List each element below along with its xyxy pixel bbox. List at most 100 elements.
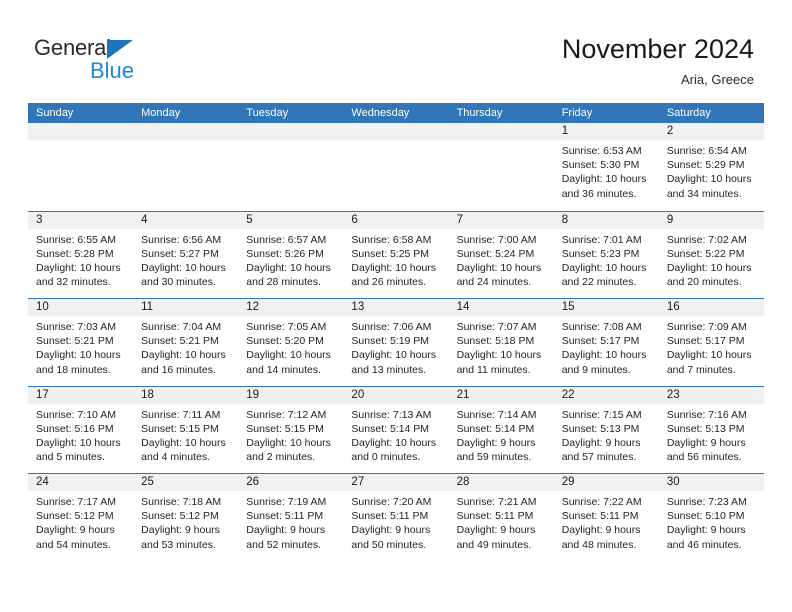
day-cell-5[interactable]: 5 Sunrise: 6:57 AM Sunset: 5:26 PM Daylight… — [238, 211, 344, 299]
day-cell-11[interactable]: 11 Sunrise: 7:04 AM Sunset: 5:21 PM Dayligh… — [133, 299, 239, 386]
day-cell-2[interactable]: 2 Sunrise: 6:54 AM Sunset: 5:29 PM Daylight… — [658, 123, 764, 211]
day-cell-20[interactable]: 20 Sunrise: 7:13 AM Sunset: 5:14 PM Dayligh… — [343, 386, 449, 474]
logo-text-general: General — [34, 35, 111, 60]
day-cell-12[interactable]: 12 Sunrise: 7:05 AM Sunset: 5:20 PM Dayligh… — [238, 299, 344, 386]
day-number: 11 — [133, 299, 239, 316]
sunrise-text: Sunrise: 7:13 AM — [351, 408, 432, 421]
daylight-text-line1: Daylight: 10 hours — [561, 261, 647, 274]
day-cell-1[interactable]: 1 Sunrise: 6:53 AM Sunset: 5:30 PM Daylight… — [553, 123, 659, 211]
sunset-text: Sunset: 5:11 PM — [456, 510, 534, 523]
day-cell-24[interactable]: 24 Sunrise: 7:17 AM Sunset: 5:12 PM Dayligh… — [28, 474, 134, 561]
day-sun-details: Sunrise: 7:19 AM Sunset: 5:11 PM Daylight:… — [238, 491, 343, 552]
calendar-week-row: 3 Sunrise: 6:55 AM Sunset: 5:28 PM Daylight… — [28, 210, 764, 299]
daylight-text-line2: and 18 minutes. — [36, 363, 111, 376]
day-cell-18[interactable]: 18 Sunrise: 7:11 AM Sunset: 5:15 PM Dayligh… — [133, 386, 239, 474]
day-cell-16[interactable]: 16 Sunrise: 7:09 AM Sunset: 5:17 PM Dayligh… — [658, 299, 764, 386]
daylight-text-line1: Daylight: 10 hours — [456, 261, 542, 274]
day-sun-details: Sunrise: 7:11 AM Sunset: 5:15 PM Daylight:… — [133, 404, 238, 465]
day-cell-7[interactable]: 7 Sunrise: 7:00 AM Sunset: 5:24 PM Daylight… — [448, 211, 554, 299]
day-cell-empty — [448, 123, 554, 211]
sunset-text: Sunset: 5:17 PM — [666, 335, 745, 348]
day-sun-details: Sunrise: 7:13 AM Sunset: 5:14 PM Daylight:… — [343, 404, 448, 465]
sunset-text: Sunset: 5:17 PM — [561, 335, 640, 348]
page-subtitle-location: Aria, Greece — [681, 72, 754, 87]
daylight-text-line2: and 34 minutes. — [666, 187, 742, 200]
day-cell-15[interactable]: 15 Sunrise: 7:08 AM Sunset: 5:17 PM Dayligh… — [553, 299, 659, 386]
day-cell-10[interactable]: 10 Sunrise: 7:03 AM Sunset: 5:21 PM Dayligh… — [28, 299, 134, 386]
day-cell-8[interactable]: 8 Sunrise: 7:01 AM Sunset: 5:23 PM Daylight… — [553, 211, 659, 299]
sunset-text: Sunset: 5:14 PM — [456, 422, 535, 435]
sunrise-text: Sunrise: 6:58 AM — [351, 233, 432, 246]
sunset-text: Sunset: 5:21 PM — [141, 335, 219, 348]
daylight-text-line1: Daylight: 10 hours — [141, 261, 226, 274]
sunrise-text: Sunrise: 7:00 AM — [456, 233, 537, 246]
day-number: 8 — [553, 211, 659, 229]
sunset-text: Sunset: 5:21 PM — [36, 335, 114, 348]
day-cell-27[interactable]: 27 Sunrise: 7:20 AM Sunset: 5:11 PM Dayligh… — [343, 474, 449, 561]
day-cell-13[interactable]: 13 Sunrise: 7:06 AM Sunset: 5:19 PM Dayligh… — [343, 299, 449, 386]
calendar-week-row: 24 Sunrise: 7:17 AM Sunset: 5:12 PM Dayligh… — [28, 473, 764, 561]
daylight-text-line2: and 30 minutes. — [141, 276, 216, 289]
day-number: 13 — [343, 299, 449, 316]
day-number: 29 — [553, 474, 659, 491]
sunset-text: Sunset: 5:26 PM — [246, 247, 324, 260]
weekday-header-row: Sunday Monday Tuesday Wednesday Thursday Frid… — [28, 103, 764, 123]
day-cell-14[interactable]: 14 Sunrise: 7:07 AM Sunset: 5:18 PM Dayligh… — [448, 299, 554, 386]
sunset-text: Sunset: 5:14 PM — [351, 422, 430, 435]
day-number: 26 — [238, 474, 344, 491]
sunrise-text: Sunrise: 7:08 AM — [561, 321, 642, 333]
day-cell-3[interactable]: 3 Sunrise: 6:55 AM Sunset: 5:28 PM Daylight… — [28, 211, 134, 299]
daylight-text-line2: and 48 minutes. — [561, 538, 637, 551]
sunrise-text: Sunrise: 7:21 AM — [456, 496, 537, 508]
daylight-text-line2: and 46 minutes. — [666, 538, 742, 551]
daylight-text-line2: and 11 minutes. — [456, 363, 531, 376]
day-cell-30[interactable]: 30 Sunrise: 7:23 AM Sunset: 5:10 PM Dayligh… — [658, 474, 764, 561]
calendar-week-row: 17 Sunrise: 7:10 AM Sunset: 5:16 PM Dayligh… — [28, 385, 764, 474]
daylight-text-line2: and 14 minutes. — [246, 363, 321, 376]
sunrise-text: Sunrise: 7:09 AM — [666, 321, 747, 333]
daylight-text-line1: Daylight: 10 hours — [351, 349, 437, 362]
day-number: 9 — [658, 211, 764, 229]
sunset-text: Sunset: 5:10 PM — [666, 510, 745, 523]
day-sun-details: Sunrise: 7:06 AM Sunset: 5:19 PM Daylight:… — [343, 316, 448, 377]
day-cell-28[interactable]: 28 Sunrise: 7:21 AM Sunset: 5:11 PM Dayligh… — [448, 474, 554, 561]
day-number: 30 — [658, 474, 764, 491]
sunrise-text: Sunrise: 7:07 AM — [456, 321, 537, 333]
day-cell-6[interactable]: 6 Sunrise: 6:58 AM Sunset: 5:25 PM Daylight… — [343, 211, 449, 299]
generalblue-logo[interactable]: General Blue — [34, 36, 164, 84]
day-cell-19[interactable]: 19 Sunrise: 7:12 AM Sunset: 5:15 PM Dayligh… — [238, 386, 344, 474]
day-cell-29[interactable]: 29 Sunrise: 7:22 AM Sunset: 5:11 PM Dayligh… — [553, 474, 659, 561]
day-sun-details: Sunrise: 7:22 AM Sunset: 5:11 PM Daylight:… — [554, 491, 659, 552]
daylight-text-line1: Daylight: 9 hours — [351, 524, 431, 537]
day-cell-empty — [343, 123, 449, 211]
day-number: 1 — [553, 123, 659, 140]
weekday-header-sunday: Sunday — [36, 107, 74, 119]
day-sun-details: Sunrise: 7:03 AM Sunset: 5:21 PM Daylight:… — [28, 316, 133, 377]
day-number: 20 — [343, 386, 449, 404]
day-cell-23[interactable]: 23 Sunrise: 7:16 AM Sunset: 5:13 PM Dayligh… — [658, 386, 764, 474]
daylight-text-line1: Daylight: 10 hours — [456, 349, 542, 362]
sunset-text: Sunset: 5:12 PM — [36, 510, 114, 523]
sunset-text: Sunset: 5:15 PM — [141, 422, 219, 435]
day-cell-9[interactable]: 9 Sunrise: 7:02 AM Sunset: 5:22 PM Daylight… — [658, 211, 764, 299]
day-sun-details: Sunrise: 7:04 AM Sunset: 5:21 PM Daylight:… — [133, 316, 238, 377]
daylight-text-line2: and 32 minutes. — [36, 276, 111, 289]
day-cell-26[interactable]: 26 Sunrise: 7:19 AM Sunset: 5:11 PM Dayligh… — [238, 474, 344, 561]
daylight-text-line2: and 53 minutes. — [141, 538, 216, 551]
day-cell-21[interactable]: 21 Sunrise: 7:14 AM Sunset: 5:14 PM Dayligh… — [448, 386, 554, 474]
sunrise-text: Sunrise: 7:14 AM — [456, 408, 537, 421]
daylight-text-line2: and 16 minutes. — [141, 363, 216, 376]
calendar-week-row: 10 Sunrise: 7:03 AM Sunset: 5:21 PM Dayligh… — [28, 298, 764, 386]
weekday-header-friday: Friday — [561, 107, 593, 119]
day-number — [133, 123, 239, 140]
calendar-page: General Blue November 2024 Aria, Greece … — [0, 0, 792, 612]
day-cell-17[interactable]: 17 Sunrise: 7:10 AM Sunset: 5:16 PM Dayligh… — [28, 386, 134, 474]
day-cell-22[interactable]: 22 Sunrise: 7:15 AM Sunset: 5:13 PM Dayligh… — [553, 386, 659, 474]
sunset-text: Sunset: 5:18 PM — [456, 335, 535, 348]
day-number: 23 — [658, 386, 764, 404]
day-cell-25[interactable]: 25 Sunrise: 7:18 AM Sunset: 5:12 PM Dayligh… — [133, 474, 239, 561]
day-number: 18 — [133, 386, 239, 404]
day-sun-details: Sunrise: 7:05 AM Sunset: 5:20 PM Daylight:… — [238, 316, 343, 377]
day-cell-4[interactable]: 4 Sunrise: 6:56 AM Sunset: 5:27 PM Daylight… — [133, 211, 239, 299]
day-number: 7 — [448, 211, 554, 229]
